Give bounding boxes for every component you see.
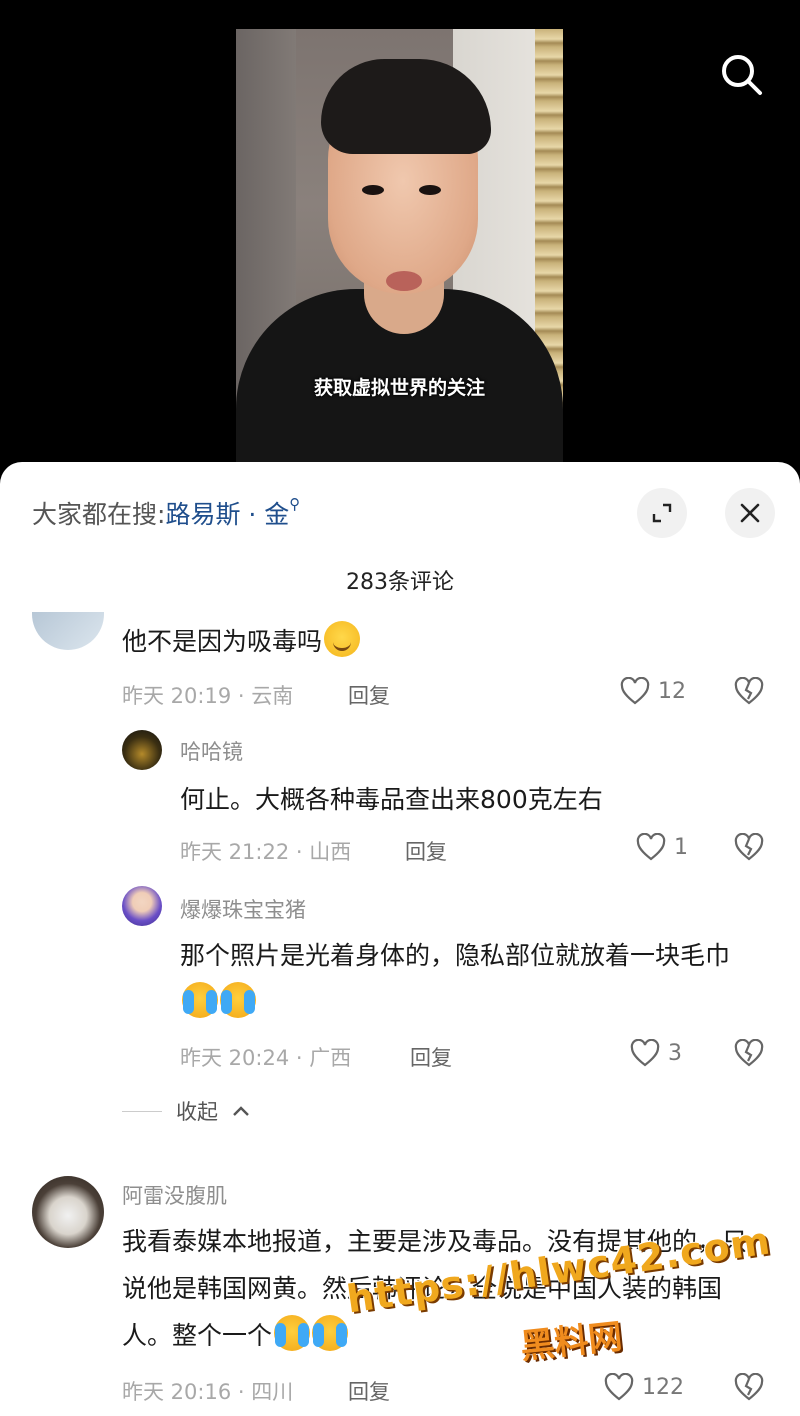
reply-button[interactable]: 回复 [348, 680, 390, 710]
like-button[interactable]: 1 [636, 833, 688, 861]
search-small-icon: ⚲ [289, 495, 301, 513]
comment-username[interactable]: 爆爆珠宝宝猪 [180, 894, 306, 924]
hot-search-bar[interactable]: 大家都在搜:路易斯 · 金⚲ [32, 495, 300, 531]
comment-time-location: 昨天 20:19 · 云南 [122, 684, 294, 708]
comment-time-location: 昨天 20:24 · 广西 [180, 1046, 352, 1070]
heart-icon [630, 1039, 660, 1067]
video-caption: 获取虚拟世界的关注 [313, 377, 485, 399]
smile-emoji [324, 621, 361, 657]
like-button[interactable]: 3 [630, 1039, 682, 1067]
divider [122, 1110, 162, 1112]
chevron-up-icon [233, 1106, 249, 1116]
close-button[interactable] [725, 488, 775, 538]
comment-text: 那个照片是光着身体的，隐私部位就放着一块毛巾 [180, 932, 760, 1026]
person-eye [362, 185, 384, 195]
person-mouth [386, 271, 422, 291]
heart-icon [604, 1373, 634, 1401]
avatar[interactable] [32, 612, 104, 650]
broken-heart-icon[interactable] [734, 677, 764, 705]
comment-text: 何止。大概各种毒品查出来800克左右 [180, 785, 603, 814]
comment-text: 他不是因为吸毒吗 [122, 618, 742, 665]
heart-icon [620, 677, 650, 705]
collapse-label: 收起 [176, 1100, 218, 1124]
comment-count: 283条评论 [346, 570, 454, 595]
reply-button[interactable]: 回复 [410, 1042, 452, 1072]
video-player[interactable]: 获取虚拟世界的关注 [0, 0, 800, 480]
comment-time-location: 昨天 21:22 · 山西 [180, 840, 352, 864]
comment-username[interactable]: 阿雷没腹肌 [122, 1180, 227, 1210]
cry-laugh-emoji [220, 982, 256, 1018]
video-frame[interactable]: 获取虚拟世界的关注 [236, 29, 563, 469]
collapse-replies-button[interactable]: 收起 [122, 1096, 250, 1126]
avatar[interactable] [32, 1176, 104, 1248]
hot-search-keyword[interactable]: 路易斯 · 金 [165, 500, 289, 529]
close-icon [740, 503, 760, 523]
search-icon [722, 55, 762, 95]
reply-button[interactable]: 回复 [405, 836, 447, 866]
heart-icon [636, 833, 666, 861]
like-count: 1 [674, 834, 688, 860]
cry-laugh-emoji [274, 1315, 311, 1351]
avatar[interactable] [122, 886, 162, 926]
like-count: 3 [668, 1040, 682, 1066]
like-button[interactable]: 122 [604, 1373, 684, 1401]
expand-icon [652, 503, 672, 523]
avatar[interactable] [122, 730, 162, 770]
hot-search-prefix: 大家都在搜: [32, 500, 166, 529]
search-button[interactable] [716, 50, 766, 98]
cry-laugh-emoji [312, 1315, 349, 1351]
person-eye [419, 185, 441, 195]
reply-button[interactable]: 回复 [348, 1376, 390, 1406]
cry-laugh-emoji [182, 982, 218, 1018]
broken-heart-icon[interactable] [734, 1373, 764, 1401]
expand-button[interactable] [637, 488, 687, 538]
comment-time-location: 昨天 20:16 · 四川 [122, 1380, 294, 1404]
like-count: 12 [658, 678, 686, 704]
like-count: 122 [642, 1374, 684, 1400]
like-button[interactable]: 12 [620, 677, 686, 705]
broken-heart-icon[interactable] [734, 833, 764, 861]
broken-heart-icon[interactable] [734, 1039, 764, 1067]
comment-username[interactable]: 哈哈镜 [180, 736, 243, 766]
